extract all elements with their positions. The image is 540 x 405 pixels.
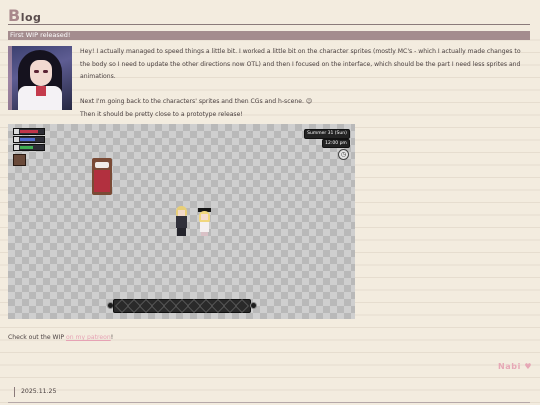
author-signature: Nabi ♥ xyxy=(498,362,533,371)
post-title[interactable]: First WIP released! xyxy=(8,31,530,40)
game-time: 12:00 pm xyxy=(322,139,350,148)
post-paragraph-1: Hey! I actually managed to speed things … xyxy=(80,48,521,80)
hotbar-right-cap xyxy=(250,302,257,309)
post-date: 2025.11.25 xyxy=(14,387,56,397)
blog-title: Blog xyxy=(8,6,41,25)
footer-text: Check out the WIP on my patreon! xyxy=(8,334,113,341)
player-character xyxy=(174,206,188,236)
clock-icon: ◷ xyxy=(338,149,349,160)
patreon-link[interactable]: on my patreon xyxy=(66,334,111,341)
blog-title-rest: log xyxy=(20,11,42,24)
bed-icon xyxy=(92,158,112,195)
chest-icon xyxy=(13,154,26,166)
title-divider xyxy=(8,24,530,25)
post-paragraph-2-line-2: Then it should be pretty close to a prot… xyxy=(80,110,243,118)
stat-bar-stamina xyxy=(13,144,45,151)
stat-bar-mana xyxy=(13,136,45,143)
bottom-divider xyxy=(8,402,530,403)
footer-suffix: ! xyxy=(110,334,114,341)
game-screenshot: Summer 31 (Sun) 12:00 pm ◷ xyxy=(8,124,355,319)
blog-title-initial: B xyxy=(8,6,21,25)
stat-bar-health xyxy=(13,128,45,135)
post-paragraph-2-line-1: Next I'm going back to the characters' s… xyxy=(80,98,313,105)
avatar xyxy=(8,46,72,110)
post-body: Hey! I actually managed to speed things … xyxy=(80,46,530,121)
npc-character xyxy=(198,208,211,236)
footer-prefix: Check out the WIP xyxy=(8,334,66,341)
game-date: Summer 31 (Sun) xyxy=(304,129,350,139)
post-paragraph-2: Next I'm going back to the characters' s… xyxy=(80,96,530,121)
